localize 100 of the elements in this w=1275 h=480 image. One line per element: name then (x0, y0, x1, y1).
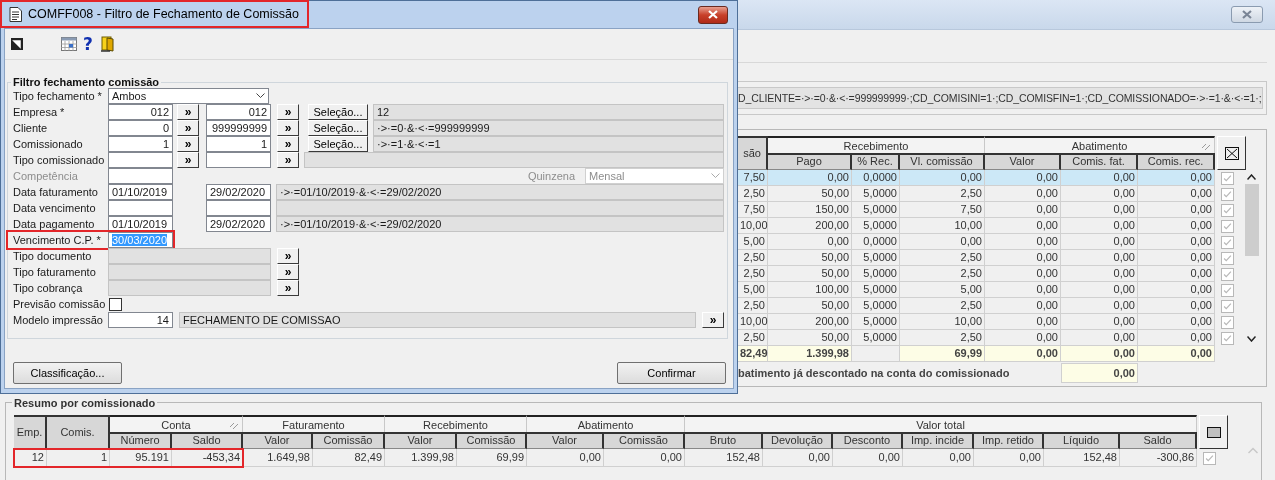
close-button[interactable] (698, 5, 728, 24)
checkbox[interactable] (1221, 267, 1234, 281)
table-cell: 0,00 (763, 449, 833, 467)
lookup-button[interactable]: » (177, 104, 199, 120)
checkbox[interactable] (1221, 235, 1234, 249)
date-field[interactable] (108, 200, 173, 216)
table-row[interactable]: 10,00 200,00 5,0000 10,00 0,00 0,00 0,00 (738, 314, 1243, 330)
calendar-icon[interactable] (61, 37, 77, 51)
selection-button[interactable]: Seleção... (308, 120, 368, 136)
input-field[interactable]: 012 (206, 104, 271, 120)
date-field[interactable]: 29/02/2020 (206, 216, 271, 232)
checkbox[interactable] (1221, 299, 1234, 313)
checkbox[interactable] (1203, 451, 1216, 465)
column-header[interactable]: Vl. comissão (900, 153, 985, 170)
input-field[interactable] (108, 264, 271, 280)
check-icon (1222, 172, 1233, 184)
lookup-button[interactable]: » (177, 152, 199, 168)
checkbox[interactable] (1221, 315, 1234, 329)
dialog-button[interactable]: Confirmar (617, 362, 726, 384)
input-field[interactable]: 1 (206, 136, 271, 152)
checkbox[interactable] (1221, 283, 1234, 297)
lookup-button[interactable]: » (277, 152, 299, 168)
lookup-button[interactable]: » (277, 136, 299, 152)
input-field[interactable]: 0 (108, 120, 173, 136)
column-header[interactable]: Pago (768, 153, 852, 170)
column-header[interactable]: Líquido (1044, 432, 1120, 449)
table-row[interactable]: 10,00 200,00 5,0000 10,00 0,00 0,00 0,00 (738, 218, 1243, 234)
table-row[interactable]: 7,50 0,00 0,0000 0,00 0,00 0,00 0,00 (738, 170, 1243, 186)
checkbox[interactable] (1221, 251, 1234, 265)
input-field[interactable]: 012 (108, 104, 173, 120)
table-cell: 150,00 (768, 202, 852, 218)
lookup-button[interactable]: » (277, 248, 299, 264)
dialog-button[interactable]: Classificação... (13, 362, 122, 384)
columns-button[interactable] (1217, 136, 1246, 170)
input-field[interactable] (108, 280, 271, 296)
date-field[interactable]: 01/10/2019 (108, 184, 173, 200)
column-header[interactable]: Emp. (14, 415, 47, 449)
lookup-button[interactable]: » (702, 312, 724, 328)
checkbox[interactable] (109, 297, 122, 311)
table-row[interactable]: 2,50 50,00 5,0000 2,50 0,00 0,00 0,00 (738, 250, 1243, 266)
checkbox[interactable] (1221, 331, 1234, 345)
grip-icon[interactable] (1201, 141, 1211, 151)
selection-button[interactable]: Seleção... (308, 136, 368, 152)
column-header[interactable]: Comis. (47, 415, 110, 449)
checkbox[interactable] (1221, 219, 1234, 233)
lookup-button[interactable]: » (177, 120, 199, 136)
field-label: Data vencimento (13, 202, 97, 214)
input-field[interactable]: 1 (108, 136, 173, 152)
column-header[interactable]: Valor (243, 432, 313, 449)
table-row[interactable]: 2,50 50,00 5,0000 2,50 0,00 0,00 0,00 (738, 186, 1243, 202)
pointer-icon[interactable] (11, 38, 23, 50)
lookup-button[interactable]: » (177, 136, 199, 152)
column-header[interactable]: Saldo (1120, 432, 1197, 449)
input-field[interactable] (206, 152, 271, 168)
table-row[interactable]: 2,50 50,00 5,0000 2,50 0,00 0,00 0,00 (738, 298, 1243, 314)
checkbox[interactable] (1221, 203, 1234, 217)
date-field[interactable]: 29/02/2020 (206, 184, 271, 200)
lookup-button[interactable]: » (277, 264, 299, 280)
table-cell: 100,00 (768, 282, 852, 298)
table-row[interactable]: 2,50 50,00 5,0000 2,50 0,00 0,00 0,00 (738, 266, 1243, 282)
table-cell: 1 (47, 449, 110, 467)
input-field[interactable]: 14 (108, 312, 173, 328)
column-header[interactable]: Comis. rec. (1138, 153, 1215, 170)
door-icon[interactable] (100, 36, 115, 52)
input-field[interactable]: 999999999 (206, 120, 271, 136)
column-header[interactable]: Bruto (685, 432, 763, 449)
column-header[interactable]: Comissão (313, 432, 385, 449)
lookup-button[interactable]: » (277, 280, 299, 296)
help-icon[interactable]: ? (83, 35, 93, 53)
columns-button[interactable] (1199, 415, 1228, 449)
table-row[interactable]: 5,00 0,00 0,0000 0,00 0,00 0,00 0,00 (738, 234, 1243, 250)
column-header[interactable]: Valor (985, 153, 1061, 170)
column-header[interactable]: Imp. incide (903, 432, 974, 449)
selection-button[interactable]: Seleção... (308, 104, 368, 120)
input-field[interactable] (108, 152, 173, 168)
grip-icon[interactable] (229, 420, 239, 430)
close-icon (708, 10, 718, 19)
column-header[interactable]: Comis. fat. (1061, 153, 1138, 170)
scrollbar-thumb[interactable] (1244, 184, 1259, 256)
lookup-button[interactable]: » (277, 120, 299, 136)
column-header[interactable]: Desconto (833, 432, 903, 449)
group-header: Valor total (916, 418, 965, 431)
dropdown[interactable]: Ambos (108, 88, 269, 104)
input-field[interactable] (108, 168, 173, 184)
group-header: Recebimento (423, 418, 488, 431)
column-header[interactable]: Comissão (457, 432, 527, 449)
column-header[interactable]: % Rec. (852, 153, 900, 170)
input-field[interactable] (108, 248, 271, 264)
column-header[interactable]: Devolução (763, 432, 833, 449)
checkbox[interactable] (1221, 187, 1234, 201)
column-header[interactable]: Comissão (604, 432, 685, 449)
column-header[interactable]: Imp. retido (974, 432, 1044, 449)
column-header[interactable]: são (738, 136, 768, 170)
column-header[interactable]: Valor (385, 432, 457, 449)
date-field[interactable] (206, 200, 271, 216)
table-row[interactable]: 5,00 100,00 5,0000 5,00 0,00 0,00 0,00 (738, 282, 1243, 298)
lookup-button[interactable]: » (277, 104, 299, 120)
column-header[interactable]: Valor (527, 432, 604, 449)
checkbox[interactable] (1221, 171, 1234, 185)
table-row[interactable]: 7,50 150,00 5,0000 7,50 0,00 0,00 0,00 (738, 202, 1243, 218)
